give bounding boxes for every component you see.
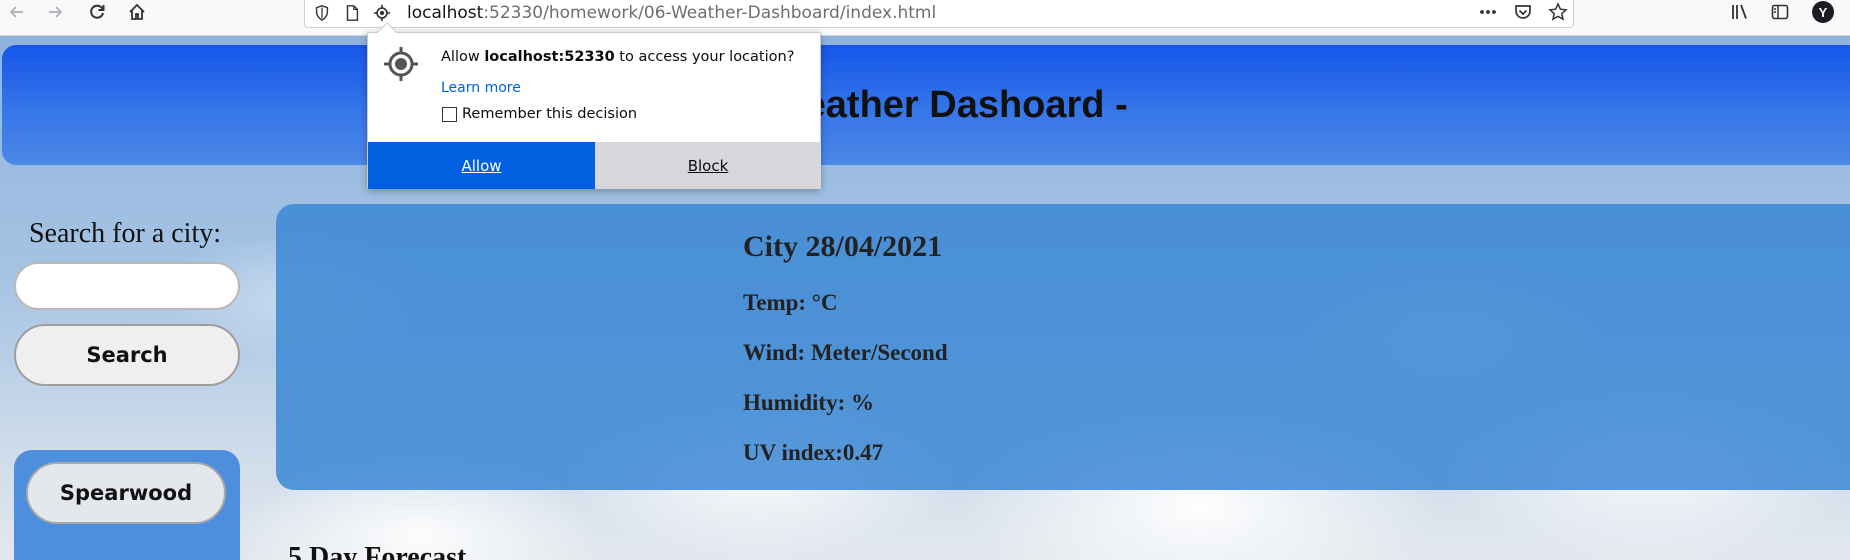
- learn-more-link[interactable]: Learn more: [441, 80, 521, 96]
- city-search-input[interactable]: [14, 262, 240, 310]
- remember-decision-label: Remember this decision: [462, 106, 638, 122]
- pocket-button[interactable]: [1509, 0, 1537, 24]
- location-crosshair-icon: [384, 47, 418, 81]
- account-avatar[interactable]: Y: [1812, 1, 1834, 23]
- current-wind: Wind: Meter/Second: [743, 340, 948, 365]
- permission-message-prefix: Allow: [441, 49, 485, 65]
- search-label: Search for a city:: [28, 218, 222, 249]
- remember-decision-option[interactable]: Remember this decision: [442, 106, 637, 122]
- app-title: - Weather Dashoard -: [746, 84, 1128, 126]
- permission-message-suffix: to access your location?: [614, 49, 795, 65]
- forward-arrow-icon: [49, 6, 63, 18]
- url-host: localhost: [407, 3, 484, 23]
- search-history-panel: Spearwood: [14, 450, 240, 560]
- back-button[interactable]: [4, 0, 30, 24]
- browser-toolbar: localhost:52330/homework/06-Weather-Dash…: [0, 0, 1850, 36]
- page-actions-button[interactable]: [1474, 0, 1502, 24]
- shield-icon[interactable]: [311, 2, 333, 24]
- more-dots-icon: [1480, 10, 1496, 14]
- history-item-spearwood[interactable]: Spearwood: [26, 462, 226, 524]
- address-bar[interactable]: localhost:52330/homework/06-Weather-Dash…: [304, 0, 1574, 28]
- current-humidity: Humidity: %: [743, 390, 874, 415]
- sidebar-button[interactable]: [1766, 0, 1794, 24]
- search-button[interactable]: Search: [14, 324, 240, 386]
- forecast-title: 5 Day Forecast: [288, 542, 467, 560]
- location-permission-icon[interactable]: [371, 2, 393, 24]
- forward-button[interactable]: [42, 0, 68, 24]
- bookmark-button[interactable]: [1544, 0, 1572, 24]
- current-weather-panel: City 28/04/2021 Temp: °C Wind: Meter/Sec…: [276, 204, 1850, 490]
- sidebar-icon: [1771, 4, 1789, 20]
- home-button[interactable]: [124, 0, 150, 24]
- block-button[interactable]: Block: [595, 142, 821, 189]
- location-permission-popup: Allow localhost:52330 to access your loc…: [367, 22, 821, 189]
- library-icon: [1732, 4, 1747, 19]
- url-path: :52330/homework/06-Weather-Dashboard/ind…: [483, 3, 937, 23]
- permission-message: Allow localhost:52330 to access your loc…: [441, 49, 794, 65]
- allow-button[interactable]: Allow: [368, 142, 595, 189]
- url-text[interactable]: localhost:52330/homework/06-Weather-Dash…: [407, 2, 936, 24]
- page-info-icon[interactable]: [341, 2, 363, 24]
- home-icon: [129, 3, 145, 20]
- remember-decision-checkbox[interactable]: [442, 106, 457, 122]
- reload-icon: [90, 4, 105, 19]
- star-icon: [1548, 2, 1568, 21]
- weather-dashboard-page: - Weather Dashoard - Search for a city: …: [0, 36, 1850, 560]
- current-uv-index: UV index:0.47: [743, 440, 884, 465]
- reload-button[interactable]: [84, 0, 110, 24]
- pocket-icon: [1515, 5, 1531, 19]
- permission-host: localhost:52330: [484, 49, 615, 65]
- current-temp: Temp: °C: [743, 290, 838, 315]
- library-button[interactable]: [1726, 0, 1754, 24]
- back-arrow-icon: [9, 6, 23, 18]
- current-city-date: City 28/04/2021: [743, 230, 943, 263]
- app-header: - Weather Dashoard -: [2, 45, 1850, 165]
